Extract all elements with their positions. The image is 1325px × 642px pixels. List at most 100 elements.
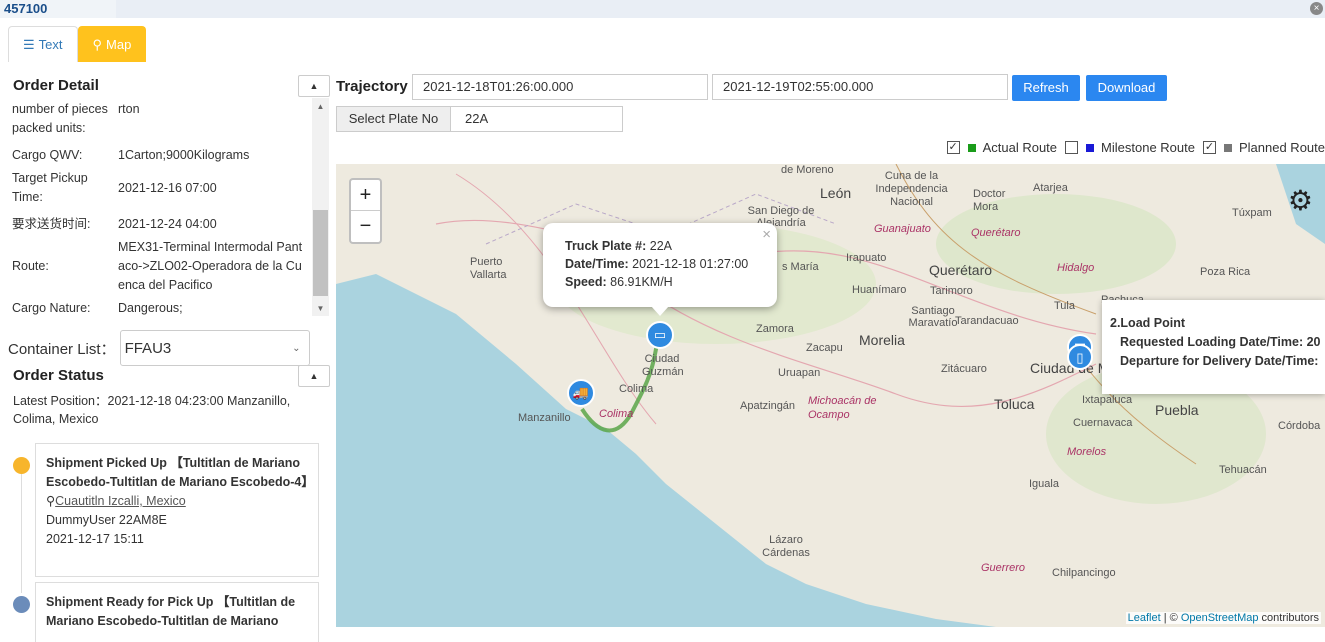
detail-key: Cargo Nature: (12, 301, 91, 315)
attribution-sep: | © (1160, 612, 1181, 624)
detail-key: packed units: (12, 121, 86, 135)
map-label: Puebla (1155, 402, 1199, 418)
detail-row: number of pieces rton (6, 98, 312, 117)
milestone-route-label: Milestone Route (1101, 140, 1195, 155)
latest-position: Latest Position：2021-12-18 04:23:00 Manz… (13, 394, 291, 426)
popup-datetime-label: Date/Time: (565, 257, 629, 271)
map-label: Tarimoro (930, 285, 973, 297)
zoom-in-button[interactable]: + (351, 180, 380, 211)
close-icon[interactable]: × (762, 226, 771, 244)
detail-value (118, 119, 306, 138)
map-label: Zacapu (806, 342, 843, 354)
map-label: Morelia (859, 332, 905, 348)
map-label: Puerto Vallarta (470, 256, 507, 281)
end-time-input[interactable]: 2021-12-19T02:55:00.000 (712, 74, 1008, 100)
detail-row: Cargo Nature: Dangerous; (6, 297, 312, 316)
map-label: Hidalgo (1057, 262, 1095, 274)
tab-text[interactable]: ☰ Text (8, 26, 78, 62)
tooltip-title: 2.Load Point (1110, 316, 1185, 330)
map-marker-icon: ⚲ (92, 36, 103, 52)
popup-speed: Speed: 86.91KM/H (565, 273, 755, 291)
map-label: Colima (599, 408, 634, 420)
popup-speed-label: Speed: (565, 275, 607, 289)
order-status-collapse-button[interactable]: ▲ (298, 365, 330, 387)
detail-row: Route: MEX31-Terminal Intermodal Pantaco-… (6, 236, 312, 297)
map-label: Zitácuaro (941, 363, 987, 375)
load-point-tooltip: 2.Load Point Requested Loading Date/Time… (1102, 300, 1325, 394)
gear-icon[interactable]: ⚙ (1288, 184, 1313, 217)
load-point-marker[interactable]: ▯ (1067, 344, 1093, 370)
truck-popup: × Truck Plate #: 22A Date/Time: 2021-12-… (543, 223, 777, 316)
detail-value: MEX31-Terminal Intermodal Pantaco->ZLO02… (118, 240, 303, 292)
map-label: Lázaro Cárdenas (762, 534, 810, 559)
detail-key: number of pieces (12, 102, 108, 116)
trajectory-label: Trajectory (336, 78, 408, 95)
close-icon[interactable]: × (1310, 2, 1323, 15)
detail-value: rton (118, 102, 140, 116)
event-location: ⚲Cuautitln Izcalli, Mexico (46, 492, 308, 511)
map-label: Poza Rica (1200, 266, 1251, 278)
leaflet-link[interactable]: Leaflet (1128, 612, 1161, 624)
event-title: Shipment Picked Up 【Tultitlan de Mariano… (46, 456, 314, 489)
timeline-dot (13, 457, 30, 474)
chevron-down-icon: ⌄ (292, 342, 301, 354)
truck-icon: ▭ (653, 327, 667, 342)
map-canvas[interactable]: de Moreno Cuna de la Independencia Nacio… (336, 164, 1325, 627)
map-label: Tula (1054, 300, 1075, 312)
map-label: Córdoba (1278, 420, 1321, 432)
order-detail-collapse-button[interactable]: ▲ (298, 75, 330, 97)
status-card: Shipment Ready for Pick Up 【Tultitlan de… (35, 582, 319, 642)
tab-map[interactable]: ⚲ Map (77, 26, 147, 62)
plate-label: Select Plate No (336, 106, 451, 132)
container-select-value: FFAU3 (124, 339, 172, 357)
map-label: s María (782, 261, 819, 273)
pin-icon: ▯ (1076, 350, 1084, 365)
container-select[interactable]: FFAU3 ⌄ (119, 330, 310, 366)
refresh-button[interactable]: Refresh (1012, 75, 1080, 101)
map-pin-icon: ⚲ (46, 494, 56, 508)
popup-datetime-value: 2021-12-18 01:27:00 (632, 257, 749, 271)
scroll-up-icon[interactable]: ▲ (312, 100, 329, 114)
detail-row: Target Pickup Time: 2021-12-16 07:00 (6, 167, 312, 209)
event-location-link[interactable]: Cuautitln Izcalli, Mexico (55, 494, 186, 508)
detail-value: 1Carton;9000Kilograms (118, 148, 250, 162)
detail-key: Route: (12, 259, 49, 273)
map-label: Túxpam (1232, 207, 1272, 219)
top-bar: 457100 × (0, 0, 1325, 18)
milestone-route-checkbox[interactable] (1065, 141, 1079, 154)
map-label: Cuna de la Independencia Nacional (875, 170, 948, 208)
scroll-down-icon[interactable]: ▼ (312, 302, 329, 316)
timeline-dot (13, 596, 30, 613)
plate-select[interactable]: 22A (451, 106, 623, 132)
actual-route-swatch (967, 143, 976, 152)
order-status-title: Order Status (13, 367, 104, 384)
map-label: Uruapan (778, 367, 821, 379)
current-position-marker[interactable]: ▭ (646, 321, 674, 349)
planned-route-checkbox[interactable]: ✓ (1202, 141, 1216, 154)
container-list: Container List： FFAU3 ⌄ (8, 330, 310, 366)
tab-text-label: Text (38, 37, 63, 52)
map-label: Ciudad Guzmán (642, 353, 684, 378)
download-button[interactable]: Download (1086, 75, 1167, 101)
detail-value: 2021-12-16 07:00 (118, 180, 217, 195)
detail-scrollbar[interactable]: ▲ ▼ (312, 98, 329, 316)
map-label: Querétaro (971, 227, 1021, 239)
scrollbar-thumb[interactable] (313, 210, 328, 296)
map-label: León (820, 185, 852, 201)
tooltip-line: Departure for Delivery Date/Time: (1120, 354, 1319, 368)
map-label: Irapuato (846, 252, 887, 264)
order-id: 457100 (4, 1, 48, 16)
event-user: DummyUser 22AM8E (46, 513, 167, 527)
map-label: Guanajuato (874, 223, 931, 235)
detail-value: Dangerous; (118, 301, 183, 315)
osm-link[interactable]: OpenStreetMap (1181, 612, 1259, 624)
zoom-out-button[interactable]: − (351, 211, 380, 242)
map-label: Ixtapaluca (1082, 394, 1133, 406)
actual-route-checkbox[interactable]: ✓ (946, 141, 960, 154)
map-label: Tehuacán (1219, 464, 1267, 476)
start-time-input[interactable]: 2021-12-18T01:26:00.000 (412, 74, 708, 100)
truck-marker[interactable]: 🚚 (567, 379, 595, 407)
milestone-route-swatch (1086, 143, 1095, 152)
popup-speed-value: 86.91KM/H (610, 275, 673, 289)
zoom-control: + − (349, 178, 382, 244)
